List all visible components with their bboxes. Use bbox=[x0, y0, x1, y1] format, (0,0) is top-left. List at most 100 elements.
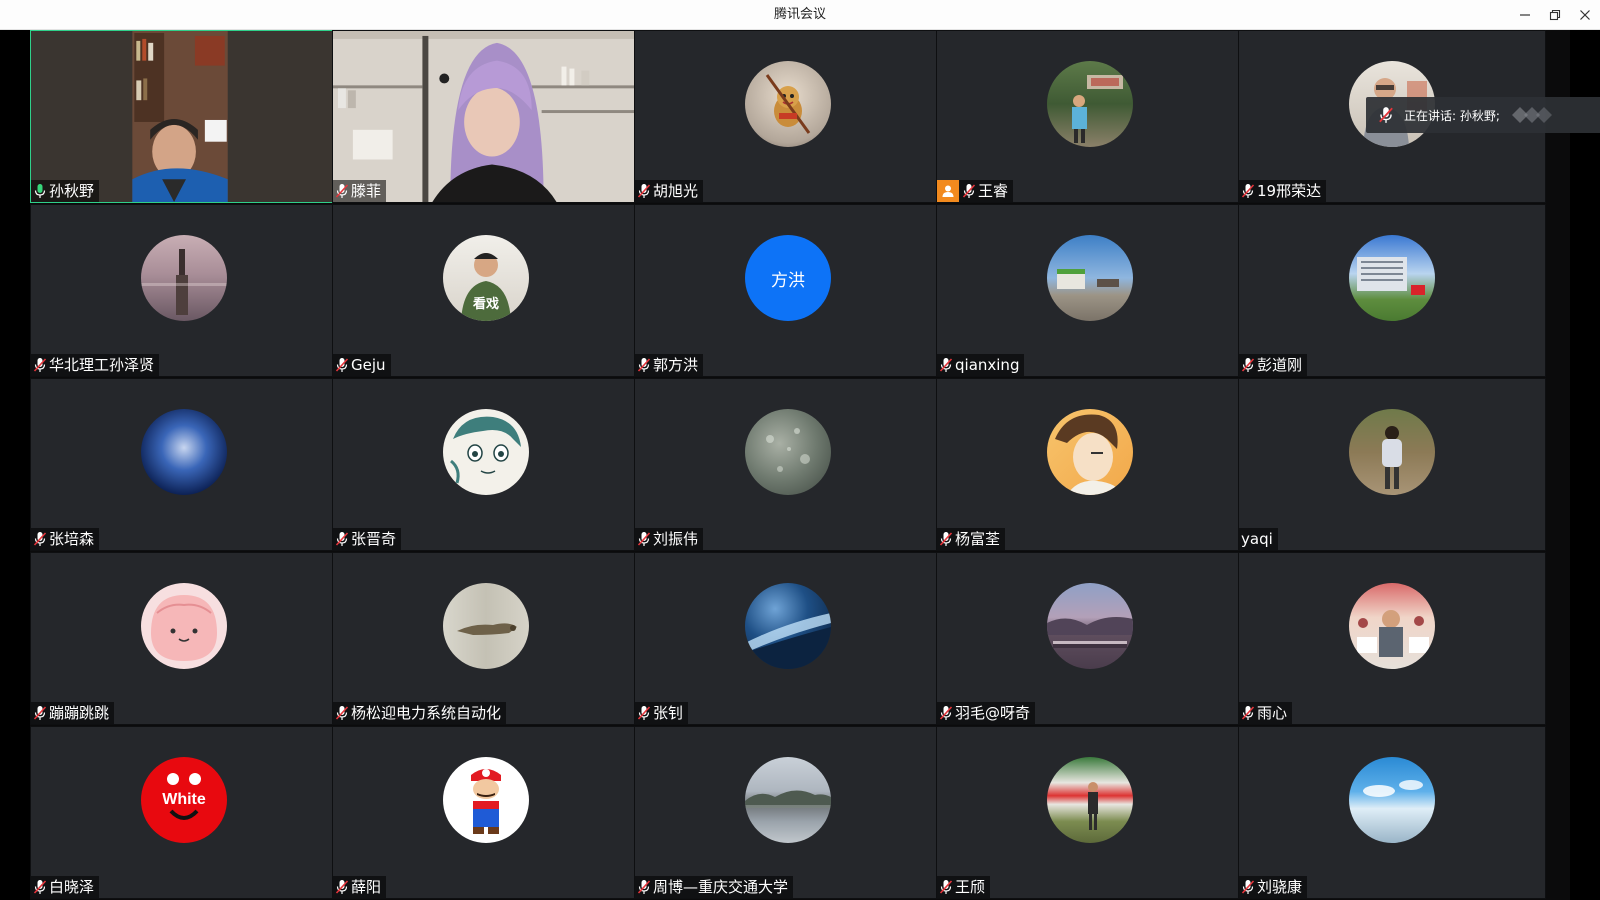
microphone-off-icon bbox=[335, 880, 349, 894]
participant-tile[interactable]: 彭道刚 bbox=[1238, 204, 1546, 377]
participant-name: 刘骁康 bbox=[1257, 878, 1303, 896]
window-title: 腾讯会议 bbox=[773, 7, 826, 22]
participant-nameplate: 张晋奇 bbox=[333, 528, 402, 550]
microphone-off-icon bbox=[939, 532, 953, 546]
audio-wave-icon bbox=[1511, 107, 1552, 123]
participant-tile[interactable]: 胡旭光 bbox=[634, 30, 942, 203]
microphone-off-icon bbox=[33, 532, 47, 546]
participant-name: 蹦蹦跳跳 bbox=[49, 704, 110, 722]
participant-nameplate: 华北理工孙泽贤 bbox=[31, 354, 160, 376]
microphone-off-icon bbox=[335, 706, 349, 720]
avatar-initials: 方洪 bbox=[771, 270, 805, 291]
participant-nameplate: 孙秋野 bbox=[31, 180, 100, 202]
microphone-off-icon bbox=[939, 880, 953, 894]
participant-tile[interactable]: yaqi bbox=[1238, 378, 1546, 551]
participant-tile[interactable]: 王颀 bbox=[936, 726, 1244, 899]
participant-name: 薛阳 bbox=[351, 878, 382, 896]
participant-tile[interactable]: 看戏 Geju bbox=[332, 204, 640, 377]
participant-tile[interactable]: 杨松迎电力系统自动化 bbox=[332, 552, 640, 725]
participant-tile[interactable]: 杨富荃 bbox=[936, 378, 1244, 551]
participant-tile[interactable]: 薛阳 bbox=[332, 726, 640, 899]
participant-name: 王颀 bbox=[955, 878, 986, 896]
participant-tile[interactable]: White 白晓泽 bbox=[30, 726, 338, 899]
white-logo-avatar: White bbox=[141, 757, 227, 843]
participant-nameplate: 雨心 bbox=[1239, 702, 1293, 724]
participant-name: 彭道刚 bbox=[1257, 356, 1303, 374]
microphone-off-icon bbox=[637, 880, 651, 894]
microphone-off-icon bbox=[939, 706, 953, 720]
participant-tile[interactable]: 张培森 bbox=[30, 378, 338, 551]
participant-tile[interactable]: 刘骁康 bbox=[1238, 726, 1546, 899]
close-icon[interactable] bbox=[1570, 0, 1600, 30]
participant-tile[interactable]: qianxing bbox=[936, 204, 1244, 377]
avatar-logo-text: White bbox=[162, 791, 206, 808]
lake-mountain-avatar bbox=[745, 757, 831, 843]
participant-name: 孙秋野 bbox=[49, 182, 95, 200]
participant-grid: 孙秋野 滕菲 胡旭光 王睿 19邢荣达 华北理工孙泽贤 看戏 Geju 方洪 郭… bbox=[30, 30, 1570, 900]
watching-show-avatar: 看戏 bbox=[443, 235, 529, 321]
participant-name: 雨心 bbox=[1257, 704, 1288, 722]
participant-nameplate: yaqi bbox=[1239, 528, 1278, 550]
participant-nameplate: Geju bbox=[333, 354, 391, 376]
microphone-off-icon bbox=[1241, 184, 1255, 198]
participant-tile[interactable]: 周博—重庆交通大学 bbox=[634, 726, 942, 899]
participant-tile[interactable]: 方洪 郭方洪 bbox=[634, 204, 942, 377]
microphone-off-icon bbox=[637, 184, 651, 198]
participant-tile[interactable]: 张晋奇 bbox=[332, 378, 640, 551]
microphone-off-icon bbox=[1379, 107, 1393, 123]
participant-tile[interactable]: 滕菲 bbox=[332, 30, 640, 203]
microphone-off-icon bbox=[1241, 358, 1255, 372]
lake-bridge-avatar bbox=[1047, 583, 1133, 669]
text-avatar: 方洪 bbox=[745, 235, 831, 321]
participant-name: 张培森 bbox=[49, 530, 95, 548]
participant-nameplate: 白晓泽 bbox=[31, 876, 100, 898]
microphone-off-icon bbox=[1241, 880, 1255, 894]
participant-nameplate: 王颀 bbox=[937, 876, 991, 898]
sports-field-avatar bbox=[1047, 757, 1133, 843]
participant-name: 周博—重庆交通大学 bbox=[653, 878, 789, 896]
cartoon-monkey-avatar bbox=[745, 61, 831, 147]
participant-nameplate: 郭方洪 bbox=[635, 354, 704, 376]
participant-nameplate: 张钊 bbox=[635, 702, 689, 724]
participant-tile[interactable]: 刘振伟 bbox=[634, 378, 942, 551]
moon-avatar bbox=[141, 409, 227, 495]
participant-name: 胡旭光 bbox=[653, 182, 699, 200]
blue-sky-avatar bbox=[1349, 757, 1435, 843]
participant-nameplate: 蹦蹦跳跳 bbox=[31, 702, 115, 724]
raindrops-avatar bbox=[745, 409, 831, 495]
microphone-off-icon bbox=[33, 358, 47, 372]
participant-name: 白晓泽 bbox=[49, 878, 95, 896]
microphone-off-icon bbox=[335, 184, 349, 198]
sky-building-avatar bbox=[1047, 235, 1133, 321]
participant-name: 张钊 bbox=[653, 704, 684, 722]
participant-tile[interactable]: 羽毛@呀奇 bbox=[936, 552, 1244, 725]
participant-tile[interactable]: 华北理工孙泽贤 bbox=[30, 204, 338, 377]
participant-tile[interactable]: 蹦蹦跳跳 bbox=[30, 552, 338, 725]
microphone-off-icon bbox=[1241, 706, 1255, 720]
participant-tile[interactable]: 雨心 bbox=[1238, 552, 1546, 725]
participant-nameplate: 周博—重庆交通大学 bbox=[635, 876, 794, 898]
participant-nameplate: 彭道刚 bbox=[1239, 354, 1308, 376]
participant-name: 刘振伟 bbox=[653, 530, 699, 548]
participant-name: 郭方洪 bbox=[653, 356, 699, 374]
microphone-off-icon bbox=[637, 706, 651, 720]
mario-avatar bbox=[443, 757, 529, 843]
microphone-on-icon bbox=[34, 184, 46, 198]
participant-tile[interactable]: 孙秋野 bbox=[30, 30, 338, 203]
participant-nameplate: 刘骁康 bbox=[1239, 876, 1308, 898]
microphone-off-icon bbox=[939, 358, 953, 372]
microphone-off-icon bbox=[637, 358, 651, 372]
speaking-indicator[interactable]: 正在讲话: 孙秋野; bbox=[1366, 97, 1600, 133]
participant-nameplate: 羽毛@呀奇 bbox=[937, 702, 1036, 724]
pier-sunset-avatar bbox=[141, 235, 227, 321]
restore-icon[interactable] bbox=[1540, 0, 1570, 30]
participant-nameplate: 刘振伟 bbox=[635, 528, 704, 550]
microphone-off-icon bbox=[33, 706, 47, 720]
event-photo-avatar bbox=[1349, 583, 1435, 669]
participant-tile[interactable]: 张钊 bbox=[634, 552, 942, 725]
participant-nameplate: 胡旭光 bbox=[635, 180, 704, 202]
participant-name: yaqi bbox=[1241, 530, 1273, 548]
minimize-icon[interactable] bbox=[1510, 0, 1540, 30]
title-bar: 腾讯会议 bbox=[0, 0, 1600, 30]
participant-tile[interactable]: 王睿 bbox=[936, 30, 1244, 203]
